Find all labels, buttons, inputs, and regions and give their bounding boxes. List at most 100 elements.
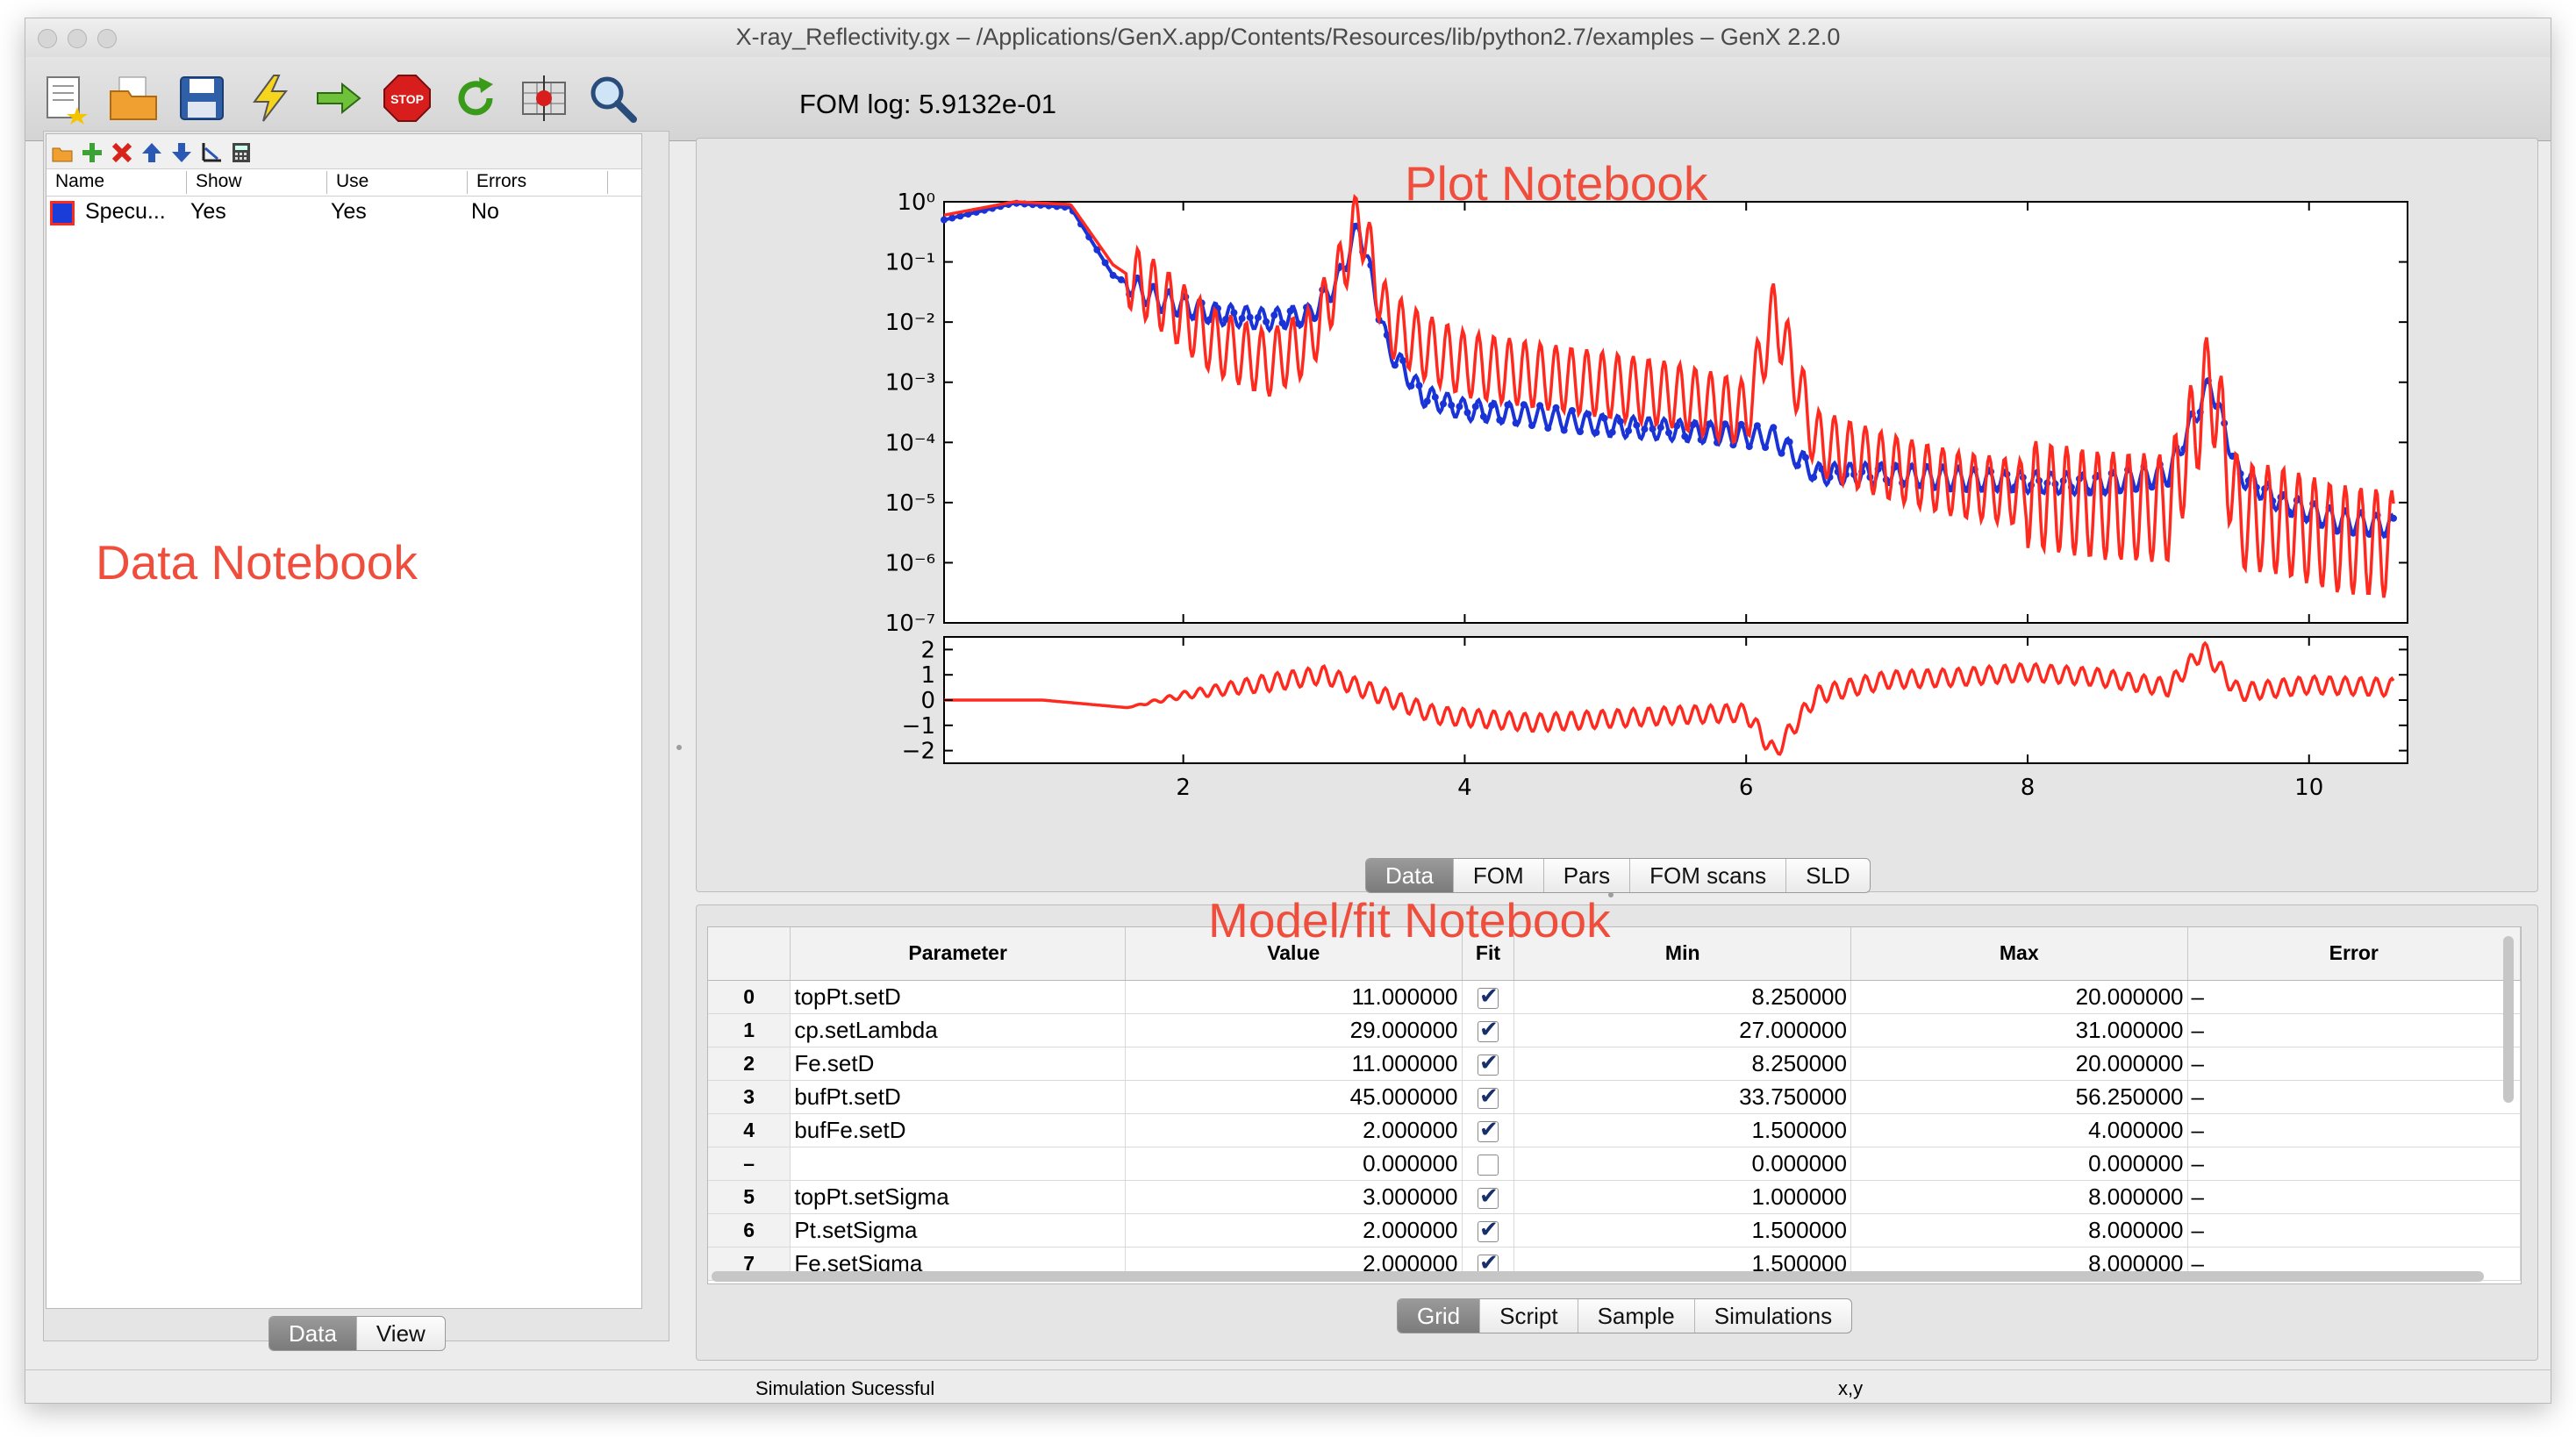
column-errors[interactable]: Errors (468, 171, 608, 194)
value-cell[interactable]: 2.000000 (1125, 1213, 1463, 1248)
residual-y-tick-label: 1 (920, 662, 935, 689)
fit-cell[interactable] (1462, 1013, 1515, 1047)
horizontal-scrollbar[interactable] (712, 1271, 2484, 1282)
data-point (1278, 319, 1286, 327)
max-cell[interactable]: 4.000000 (1850, 1113, 2188, 1147)
open-folder-icon[interactable] (104, 69, 162, 127)
min-cell[interactable]: 33.750000 (1513, 1080, 1851, 1114)
plot-notebook: 10⁰ 10⁻¹ 10⁻² 10⁻³ 10⁻⁴ 10⁻⁵ 10⁻⁶ 10⁻⁷ 2 1 0 −1 −2 … (696, 138, 2538, 893)
table-row[interactable]: 5topPt.setSigma3.000000 1.0000008.000000– (708, 1180, 2521, 1214)
fit-cell[interactable] (1462, 1147, 1515, 1181)
fit-checkbox[interactable] (1477, 1017, 1499, 1043)
tab-data[interactable]: Data (269, 1317, 357, 1350)
fit-cell[interactable] (1462, 1213, 1515, 1248)
parameter-cell[interactable]: Pt.setSigma (790, 1213, 1126, 1248)
min-cell[interactable]: 1.000000 (1513, 1180, 1851, 1214)
parameter-cell[interactable]: cp.setLambda (790, 1013, 1126, 1047)
import-data-icon[interactable] (50, 140, 75, 165)
new-file-icon[interactable] (36, 69, 94, 127)
value-cell[interactable]: 11.000000 (1125, 980, 1463, 1014)
min-cell[interactable]: 27.000000 (1513, 1013, 1851, 1047)
delete-data-icon[interactable] (110, 140, 134, 165)
fit-cell[interactable] (1462, 1113, 1515, 1147)
simulate-lightning-icon[interactable] (241, 69, 299, 127)
stop-icon[interactable]: STOP (378, 69, 436, 127)
data-point (1423, 397, 1431, 405)
fit-checkbox[interactable] (1477, 983, 1499, 1010)
fit-cell[interactable] (1462, 1180, 1515, 1214)
tab-plot-data[interactable]: Data (1366, 859, 1454, 892)
table-row[interactable]: 6Pt.setSigma2.000000 1.5000008.000000– (708, 1213, 2521, 1248)
move-down-icon[interactable] (169, 140, 194, 165)
value-cell[interactable]: 3.000000 (1125, 1180, 1463, 1214)
start-fit-arrow-icon[interactable] (310, 69, 368, 127)
table-row[interactable]: 1cp.setLambda29.000000 27.00000031.000000… (708, 1013, 2521, 1047)
value-cell[interactable]: 2.000000 (1125, 1113, 1463, 1147)
parameter-cell[interactable]: topPt.setSigma (790, 1180, 1126, 1214)
calculator-icon[interactable] (229, 140, 254, 165)
parameter-cell[interactable]: bufPt.setD (790, 1080, 1126, 1114)
dataset-color-swatch[interactable] (50, 201, 75, 225)
parameter-cell[interactable]: Fe.setD (790, 1047, 1126, 1081)
fit-checkbox[interactable] (1477, 1050, 1499, 1076)
tab-fom[interactable]: FOM (1454, 859, 1544, 892)
zoom-icon[interactable] (583, 69, 641, 127)
tab-view[interactable]: View (357, 1317, 445, 1350)
min-cell[interactable]: 8.250000 (1513, 1047, 1851, 1081)
restart-fit-icon[interactable] (447, 69, 504, 127)
min-cell[interactable]: 1.500000 (1513, 1113, 1851, 1147)
min-cell[interactable]: 0.000000 (1513, 1147, 1851, 1181)
dataset-show: Yes (190, 199, 226, 224)
parameter-cell[interactable] (790, 1147, 1126, 1181)
fit-checkbox[interactable] (1477, 1217, 1499, 1243)
vertical-splitter-handle[interactable] (676, 745, 682, 750)
table-row[interactable]: 3bufPt.setD45.000000 33.75000056.250000– (708, 1080, 2521, 1114)
tab-grid[interactable]: Grid (1398, 1299, 1481, 1333)
max-cell[interactable]: 56.250000 (1850, 1080, 2188, 1114)
table-row[interactable]: 0topPt.setD11.000000 8.25000020.000000– (708, 980, 2521, 1014)
column-max[interactable]: Max (1850, 927, 2188, 981)
tab-sample[interactable]: Sample (1578, 1299, 1695, 1333)
parameter-cell[interactable]: topPt.setD (790, 980, 1126, 1014)
value-cell[interactable]: 11.000000 (1125, 1047, 1463, 1081)
table-row[interactable]: –0.000000 0.000000 0.000000– (708, 1147, 2521, 1181)
column-name[interactable]: Name (47, 171, 187, 194)
value-cell[interactable]: 29.000000 (1125, 1013, 1463, 1047)
add-data-icon[interactable] (80, 140, 104, 165)
move-up-icon[interactable] (140, 140, 164, 165)
fit-checkbox[interactable] (1477, 1117, 1499, 1143)
parameter-cell[interactable]: bufFe.setD (790, 1113, 1126, 1147)
reflectivity-chart[interactable]: 10⁰10⁻¹10⁻²10⁻³10⁻⁴10⁻⁵10⁻⁶10⁻⁷ 210−1−2 … (714, 156, 2515, 840)
min-cell[interactable]: 1.500000 (1513, 1213, 1851, 1248)
save-disk-icon[interactable] (173, 69, 231, 127)
value-cell[interactable]: 0.000000 (1125, 1147, 1463, 1181)
max-cell[interactable]: 20.000000 (1850, 1047, 2188, 1081)
min-cell[interactable]: 8.250000 (1513, 980, 1851, 1014)
tab-sld[interactable]: SLD (1786, 859, 1870, 892)
max-cell[interactable]: 8.000000 (1850, 1180, 2188, 1214)
column-show[interactable]: Show (187, 171, 327, 194)
table-row[interactable]: 2Fe.setD11.000000 8.25000020.000000– (708, 1047, 2521, 1081)
max-cell[interactable]: 20.000000 (1850, 980, 2188, 1014)
tab-script[interactable]: Script (1480, 1299, 1578, 1333)
plot-settings-icon[interactable] (199, 140, 224, 165)
tab-fom-scans[interactable]: FOM scans (1630, 859, 1787, 892)
max-cell[interactable]: 0.000000 (1850, 1147, 2188, 1181)
tab-simulations[interactable]: Simulations (1695, 1299, 1851, 1333)
column-parameter[interactable]: Parameter (790, 927, 1126, 981)
fit-checkbox[interactable] (1477, 1183, 1499, 1210)
table-row[interactable]: 4bufFe.setD2.000000 1.5000004.000000– (708, 1113, 2521, 1147)
fit-cell[interactable] (1462, 1047, 1515, 1081)
fit-checkbox[interactable] (1477, 1154, 1499, 1176)
column-error[interactable]: Error (2187, 927, 2521, 981)
max-cell[interactable]: 8.000000 (1850, 1213, 2188, 1248)
calculate-errors-icon[interactable] (515, 69, 573, 127)
column-use[interactable]: Use (327, 171, 468, 194)
max-cell[interactable]: 31.000000 (1850, 1013, 2188, 1047)
fit-cell[interactable] (1462, 1080, 1515, 1114)
value-cell[interactable]: 45.000000 (1125, 1080, 1463, 1114)
fit-checkbox[interactable] (1477, 1083, 1499, 1110)
fit-cell[interactable] (1462, 980, 1515, 1014)
vertical-scrollbar[interactable] (2503, 936, 2514, 1103)
tab-pars[interactable]: Pars (1544, 859, 1631, 892)
